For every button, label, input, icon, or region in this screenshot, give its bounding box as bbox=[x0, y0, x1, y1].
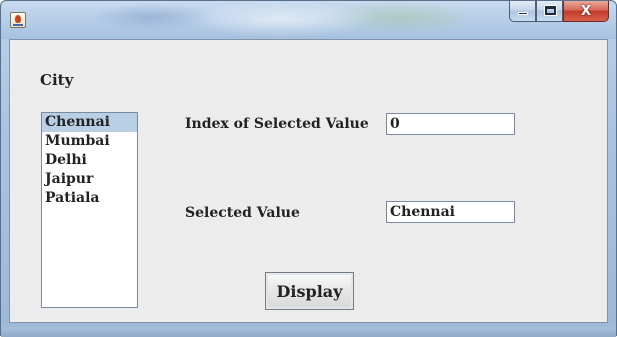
maximize-icon bbox=[545, 6, 556, 15]
selected-value-label: Selected Value bbox=[185, 205, 300, 221]
close-button[interactable]: X bbox=[563, 1, 609, 22]
java-cup-icon[interactable] bbox=[10, 12, 26, 28]
index-label: Index of Selected Value bbox=[185, 116, 369, 132]
city-label: City bbox=[40, 71, 74, 89]
minimize-icon bbox=[518, 12, 528, 15]
minimize-button[interactable] bbox=[509, 1, 536, 22]
close-icon: X bbox=[580, 3, 592, 19]
title-bar[interactable]: X bbox=[1, 1, 616, 39]
list-item[interactable]: Chennai bbox=[42, 113, 137, 132]
maximize-button[interactable] bbox=[536, 1, 563, 22]
selected-value-field[interactable] bbox=[386, 201, 515, 223]
app-window: X City Chennai Mumbai Delhi Jaipur Patiala I… bbox=[0, 0, 617, 337]
window-controls: X bbox=[509, 1, 609, 23]
list-item[interactable]: Jaipur bbox=[42, 170, 137, 189]
city-list[interactable]: Chennai Mumbai Delhi Jaipur Patiala bbox=[41, 112, 138, 308]
content-panel: City Chennai Mumbai Delhi Jaipur Patiala Ind… bbox=[9, 39, 608, 323]
display-button[interactable]: Display bbox=[265, 272, 354, 310]
list-item[interactable]: Delhi bbox=[42, 151, 137, 170]
list-item[interactable]: Patiala bbox=[42, 189, 137, 208]
index-field[interactable] bbox=[386, 113, 515, 135]
list-item[interactable]: Mumbai bbox=[42, 132, 137, 151]
